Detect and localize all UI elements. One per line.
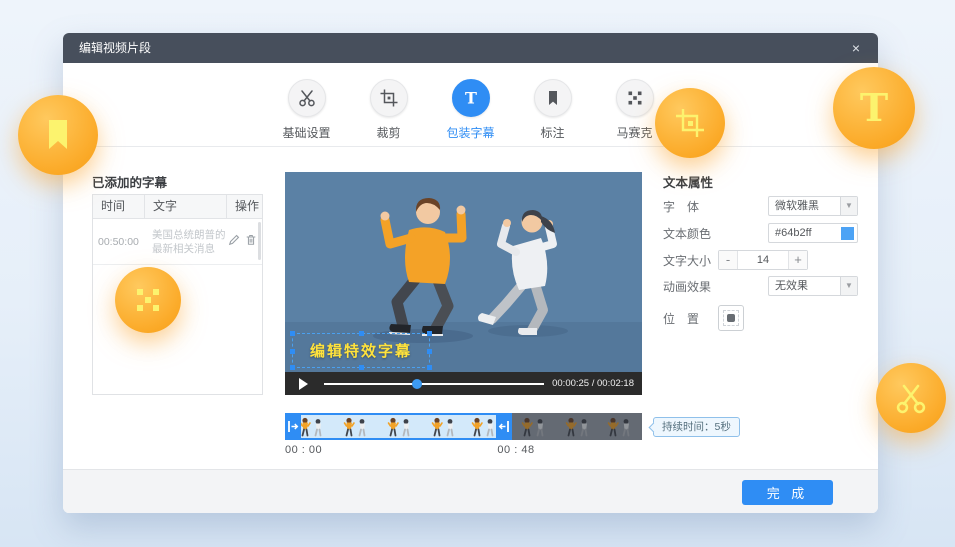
plus-button[interactable]: + — [788, 251, 807, 269]
text-icon: T — [452, 79, 490, 117]
tab-label: 包装字幕 — [446, 124, 494, 141]
bookmark-icon — [534, 79, 572, 117]
size-label: 文字大小 — [663, 252, 713, 269]
resize-handle[interactable] — [359, 331, 364, 336]
position-label: 位 置 — [663, 310, 713, 327]
play-icon[interactable] — [299, 378, 308, 390]
table-row[interactable]: 00:50:00 美国总统朗普的最新相关消息 — [93, 219, 262, 265]
duration-tooltip: 持续时间：5秒 — [653, 417, 740, 437]
chevron-down-icon[interactable]: ▼ — [840, 197, 857, 215]
animation-label: 动画效果 — [663, 278, 713, 295]
resize-handle[interactable] — [290, 331, 295, 336]
position-row: 位 置 — [663, 305, 713, 331]
font-select[interactable]: 微软雅黑 ▼ — [768, 196, 858, 216]
table-scrollbar[interactable] — [258, 222, 261, 260]
scissors-icon — [288, 79, 326, 117]
progress-bar[interactable] — [324, 383, 544, 385]
close-icon[interactable]: × — [846, 33, 866, 63]
minus-button[interactable]: - — [719, 251, 738, 269]
video-controls: 00:00:25 / 00:02:18 — [285, 372, 642, 395]
subtitles-table-header: 时间 文字 操作 — [93, 195, 262, 219]
subtitles-panel-title: 已添加的字幕 — [92, 172, 167, 191]
floating-crop-icon — [655, 88, 725, 158]
time-display: 00:00:25 / 00:02:18 — [552, 378, 634, 389]
resize-handle[interactable] — [290, 365, 295, 370]
tab-label: 裁剪 — [376, 124, 400, 141]
timeline-strip[interactable] — [285, 413, 642, 440]
mosaic-icon — [616, 79, 654, 117]
video-preview: 编辑特效字幕 — [285, 172, 642, 372]
resize-handle[interactable] — [427, 349, 432, 354]
resize-handle[interactable] — [290, 349, 295, 354]
animation-row: 动画效果 无效果 ▼ — [663, 276, 803, 296]
column-header-time: 时间 — [93, 195, 145, 218]
tab-crop[interactable]: 裁剪 — [358, 79, 420, 141]
floating-mosaic-icon — [115, 267, 181, 333]
dialog-titlebar: 编辑视频片段 × — [63, 33, 878, 63]
font-row: 字 体 微软雅黑 ▼ — [663, 196, 803, 216]
crop-icon — [370, 79, 408, 117]
timeline-end-label: 00 : 48 — [481, 444, 551, 456]
done-button[interactable]: 完 成 — [742, 480, 833, 505]
timeline-start-label: 00 : 00 — [285, 444, 322, 456]
font-label: 字 体 — [663, 198, 713, 215]
animation-value: 无效果 — [775, 277, 808, 295]
size-value: 14 — [738, 251, 788, 269]
chevron-down-icon[interactable]: ▼ — [840, 277, 857, 295]
subtitle-text: 美国总统朗普的最新相关消息 — [145, 228, 227, 256]
position-button[interactable] — [718, 305, 744, 331]
subtitle-overlay-selection[interactable]: 编辑特效字幕 — [292, 333, 430, 368]
svg-text:T: T — [465, 89, 477, 108]
progress-knob[interactable] — [412, 379, 422, 389]
font-value: 微软雅黑 — [775, 197, 819, 215]
column-header-text: 文字 — [145, 195, 227, 218]
tab-label: 基础设置 — [282, 124, 330, 141]
subtitle-overlay-text[interactable]: 编辑特效字幕 — [293, 334, 429, 367]
color-swatch[interactable] — [841, 227, 854, 240]
color-input[interactable]: #64b2ff — [768, 223, 858, 243]
color-value: #64b2ff — [775, 224, 812, 242]
size-row: 文字大小 - 14 + — [663, 250, 713, 270]
duration-tooltip-text: 持续时间：5秒 — [662, 421, 731, 433]
tab-label: 标注 — [540, 124, 564, 141]
edit-video-dialog: 编辑视频片段 × 基础设置 — [63, 33, 878, 513]
resize-handle[interactable] — [359, 365, 364, 370]
position-marker-icon — [727, 314, 735, 322]
tab-basic-settings[interactable]: 基础设置 — [276, 79, 338, 141]
properties-title: 文本属性 — [663, 172, 713, 191]
tooltip-arrow — [648, 422, 658, 432]
toolbar: 基础设置 裁剪 T 包装字幕 — [63, 63, 878, 147]
tab-annotation[interactable]: 标注 — [522, 79, 584, 141]
floating-text-icon: T — [833, 67, 915, 149]
floating-scissors-icon — [876, 363, 946, 433]
floating-bookmark-icon — [18, 95, 98, 175]
svg-text:T: T — [860, 85, 888, 130]
dialog-title: 编辑视频片段 — [79, 33, 151, 63]
column-header-ops: 操作 — [227, 195, 262, 218]
resize-handle[interactable] — [427, 331, 432, 336]
font-size-stepper: - 14 + — [718, 250, 808, 270]
subtitle-time: 00:50:00 — [93, 236, 145, 248]
delete-icon[interactable] — [245, 233, 257, 251]
page-background: 编辑视频片段 × 基础设置 — [0, 0, 955, 547]
resize-handle[interactable] — [427, 365, 432, 370]
animation-select[interactable]: 无效果 ▼ — [768, 276, 858, 296]
dialog-footer: 完 成 — [63, 469, 878, 513]
color-row: 文本颜色 #64b2ff — [663, 223, 803, 243]
edit-icon[interactable] — [228, 233, 240, 251]
color-label: 文本颜色 — [663, 225, 713, 242]
tab-label: 马赛克 — [616, 124, 652, 141]
tab-subtitle[interactable]: T 包装字幕 — [440, 79, 502, 141]
